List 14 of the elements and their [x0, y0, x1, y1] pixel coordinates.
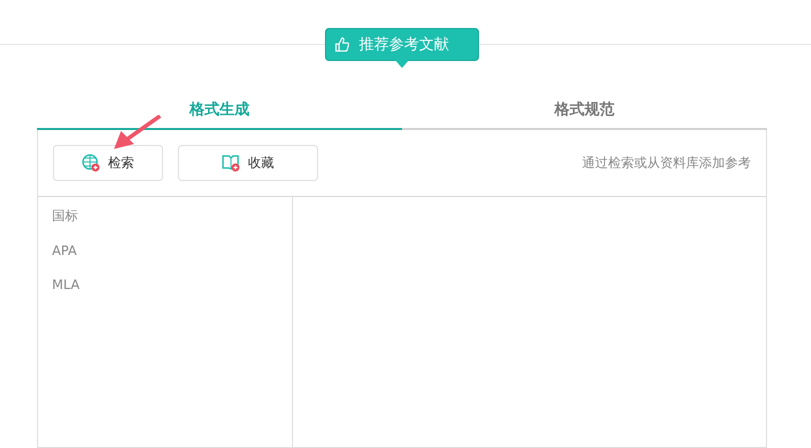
- globe-add-icon: [82, 154, 100, 172]
- thumbs-up-icon: [335, 37, 349, 52]
- search-button[interactable]: 检索: [53, 145, 163, 181]
- tooltip-pointer-icon: [394, 60, 410, 69]
- tab[interactable]: 格式生成: [37, 90, 402, 130]
- style-item[interactable]: APA: [52, 244, 292, 259]
- tab[interactable]: 格式规范: [402, 90, 767, 130]
- style-item[interactable]: 国标: [52, 207, 292, 225]
- recommend-tooltip[interactable]: 推荐参考文献: [325, 28, 479, 61]
- annotation-arrow-icon: [112, 115, 162, 151]
- book-add-icon: [222, 154, 240, 172]
- favorites-button[interactable]: 收藏: [178, 145, 318, 181]
- hint-text: 通过检索或从资料库添加参考: [582, 155, 751, 172]
- style-item[interactable]: MLA: [52, 278, 292, 293]
